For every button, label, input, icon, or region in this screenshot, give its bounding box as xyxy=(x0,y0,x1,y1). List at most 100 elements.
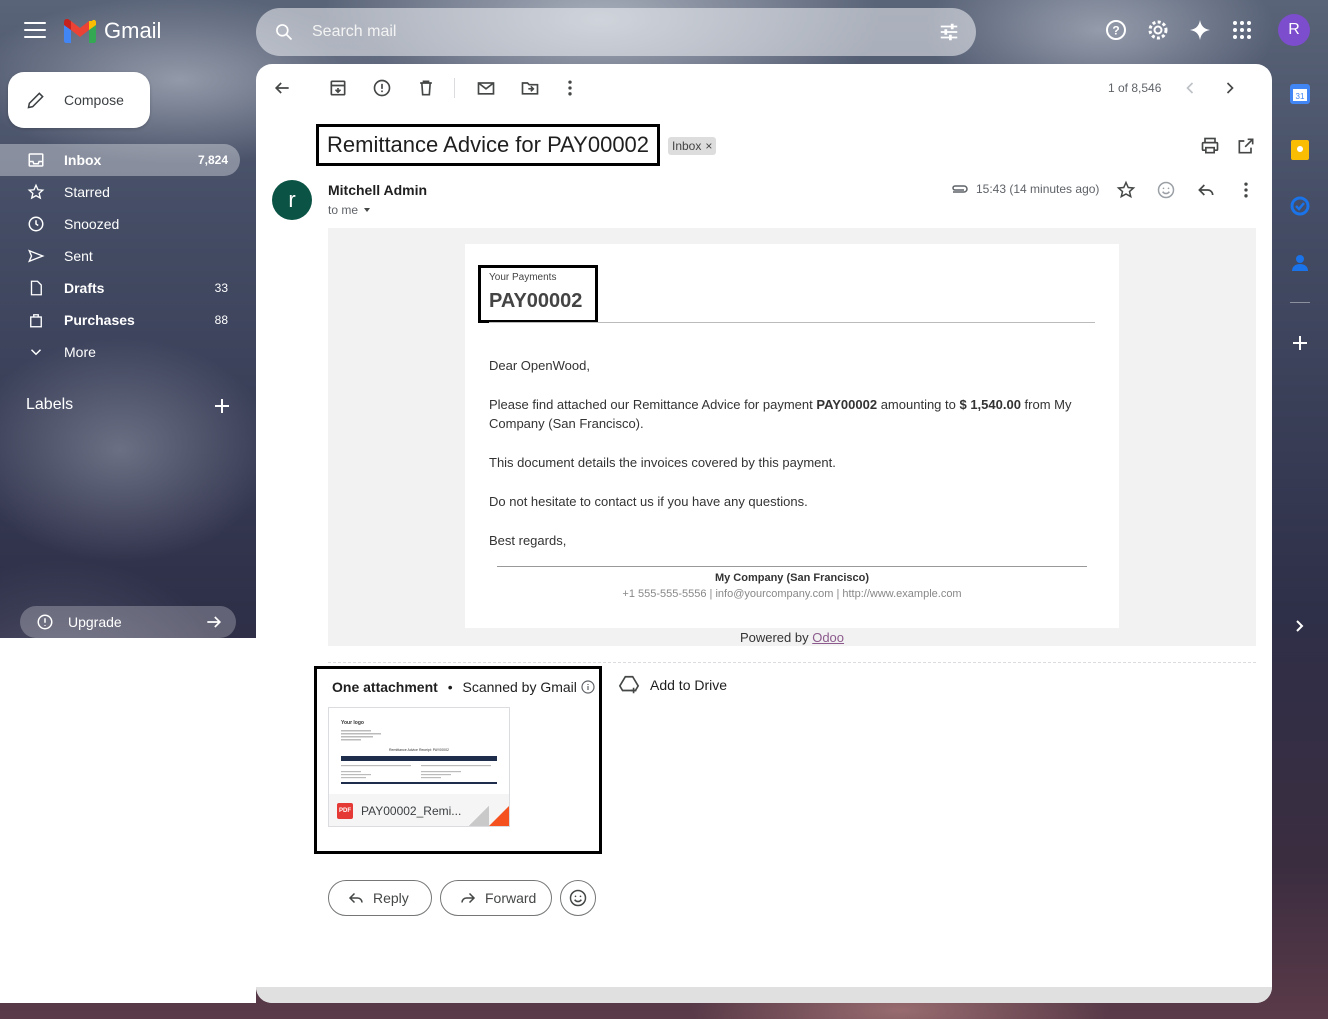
forward-arrow-icon xyxy=(461,892,476,904)
star-icon xyxy=(27,183,45,200)
emoji-react-icon[interactable] xyxy=(1156,180,1176,200)
report-spam-icon[interactable] xyxy=(372,78,392,98)
google-apps-icon[interactable] xyxy=(1230,18,1254,42)
mark-unread-icon[interactable] xyxy=(476,78,496,98)
gmail-logo[interactable]: Gmail xyxy=(64,18,161,44)
archive-icon[interactable] xyxy=(328,78,348,98)
back-arrow-icon[interactable] xyxy=(272,78,292,98)
forward-button[interactable]: Forward xyxy=(440,880,552,916)
get-addons-button[interactable] xyxy=(1284,327,1316,359)
email-paragraph-1: Please find attached our Remittance Advi… xyxy=(489,395,1089,433)
account-avatar[interactable]: R xyxy=(1278,14,1310,46)
search-icon[interactable] xyxy=(274,22,294,42)
help-icon[interactable]: ? xyxy=(1104,18,1128,42)
inbox-icon xyxy=(28,153,44,167)
send-icon xyxy=(27,249,45,263)
contacts-app-button[interactable] xyxy=(1284,246,1316,278)
open-new-window-icon[interactable] xyxy=(1236,136,1256,156)
pdf-preview-thumbnail: Your logo Remittance Advice Receipt: PAY… xyxy=(341,720,497,784)
drive-add-icon xyxy=(618,675,640,694)
gmail-m-icon xyxy=(64,19,96,43)
show-side-panel-chevron-icon[interactable] xyxy=(1292,618,1308,634)
print-icon[interactable] xyxy=(1200,136,1220,156)
more-options-icon[interactable] xyxy=(1236,180,1256,200)
labels-heading: Labels xyxy=(26,396,74,413)
older-chevron-right-icon[interactable] xyxy=(1220,78,1240,98)
recipient-details[interactable]: to me xyxy=(328,203,372,217)
email-body-container: Your Payments PAY00002 Dear OpenWood, Pl… xyxy=(328,228,1256,646)
sidebar-item-sent[interactable]: Sent xyxy=(0,240,240,272)
newer-chevron-left-icon[interactable] xyxy=(1180,78,1200,98)
delete-trash-icon[interactable] xyxy=(416,78,436,98)
calendar-icon: 31 xyxy=(1290,84,1310,104)
upgrade-info-icon xyxy=(37,614,53,630)
add-to-drive-button[interactable]: Add to Drive xyxy=(618,674,727,696)
message-time: 15:43 (14 minutes ago) xyxy=(976,182,1100,196)
sidebar-item-purchases[interactable]: Purchases 88 xyxy=(0,304,240,336)
attachments-heading: One attachment • Scanned by Gmail xyxy=(332,679,595,695)
label-chip-text: Inbox xyxy=(672,139,702,153)
sidebar-item-label: Snoozed xyxy=(64,216,120,232)
sidebar-item-more[interactable]: More xyxy=(0,336,240,368)
odoo-link[interactable]: Odoo xyxy=(812,630,844,645)
horizontal-scrollbar[interactable] xyxy=(256,987,1272,1003)
star-message-icon[interactable] xyxy=(1116,180,1136,200)
emoji-reaction-button[interactable] xyxy=(560,880,596,916)
attachment-card[interactable]: Your logo Remittance Advice Receipt: PAY… xyxy=(328,707,510,827)
reply-arrow-icon xyxy=(348,892,363,904)
tasks-app-button[interactable] xyxy=(1284,190,1316,222)
sidebar-item-label: Starred xyxy=(64,184,110,200)
company-contact: +1 555-555-5556 | info@yourcompany.com |… xyxy=(622,588,962,600)
svg-text:?: ? xyxy=(1112,24,1119,38)
attachment-clip-icon xyxy=(952,185,968,193)
attachments-divider xyxy=(328,662,1256,663)
caret-down-icon xyxy=(364,208,371,212)
more-vertical-icon[interactable] xyxy=(560,78,580,98)
smiley-icon xyxy=(569,889,587,907)
email-subject: Remittance Advice for PAY00002 xyxy=(327,132,650,157)
sender-name[interactable]: Mitchell Admin xyxy=(328,182,427,198)
reply-label: Reply xyxy=(373,890,409,906)
plus-icon xyxy=(1293,336,1307,350)
info-icon[interactable] xyxy=(581,680,595,694)
gemini-sparkle-icon[interactable] xyxy=(1188,18,1212,42)
inbox-label-chip[interactable]: Inbox × xyxy=(668,137,717,155)
keep-icon xyxy=(1291,140,1309,160)
message-meta: 15:43 (14 minutes ago) xyxy=(950,182,1099,196)
move-to-icon[interactable] xyxy=(520,78,540,98)
sender-avatar[interactable]: r xyxy=(272,180,312,220)
sidebar-item-inbox[interactable]: Inbox 7,824 xyxy=(0,144,240,176)
sidebar-item-label: Purchases xyxy=(64,312,135,328)
attachment-count: One attachment xyxy=(332,679,438,695)
para1-text: Please find attached our Remittance Advi… xyxy=(489,397,817,412)
remove-label-icon[interactable]: × xyxy=(705,139,712,153)
keep-app-button[interactable] xyxy=(1284,134,1316,166)
compose-button[interactable]: Compose xyxy=(8,72,150,128)
calendar-app-button[interactable]: 31 xyxy=(1284,78,1316,110)
recipient-text: to me xyxy=(328,203,359,217)
toolbar-divider xyxy=(454,78,455,98)
bag-icon xyxy=(30,314,42,328)
message-toolbar: 1 of 8,546 xyxy=(256,64,1272,112)
reply-icon[interactable] xyxy=(1196,180,1216,200)
bullet-separator: • xyxy=(447,679,453,695)
thumb-doc-title: Remittance Advice Receipt: PAY00002 xyxy=(389,748,449,752)
upgrade-button[interactable]: Upgrade xyxy=(20,606,236,638)
email-paragraph-2: This document details the invoices cover… xyxy=(489,455,836,470)
sidebar-item-snoozed[interactable]: Snoozed xyxy=(0,208,240,240)
add-label-icon[interactable] xyxy=(214,398,230,414)
search-options-icon[interactable] xyxy=(938,21,960,43)
top-right-icons: ? R xyxy=(1104,14,1310,46)
thumb-logo-text: Your logo xyxy=(341,720,364,726)
sidebar-item-label: Inbox xyxy=(64,152,102,168)
main-menu-icon[interactable] xyxy=(24,22,46,40)
sidebar-item-drafts[interactable]: Drafts 33 xyxy=(0,272,240,304)
footer-divider xyxy=(497,566,1087,567)
search-input[interactable] xyxy=(312,23,912,41)
sidebar-item-starred[interactable]: Starred xyxy=(0,176,240,208)
reply-button[interactable]: Reply xyxy=(328,880,432,916)
chevron-down-icon xyxy=(30,349,42,356)
settings-gear-icon[interactable] xyxy=(1146,18,1170,42)
unread-count: 7,824 xyxy=(197,153,228,167)
app-name: Gmail xyxy=(104,18,162,43)
